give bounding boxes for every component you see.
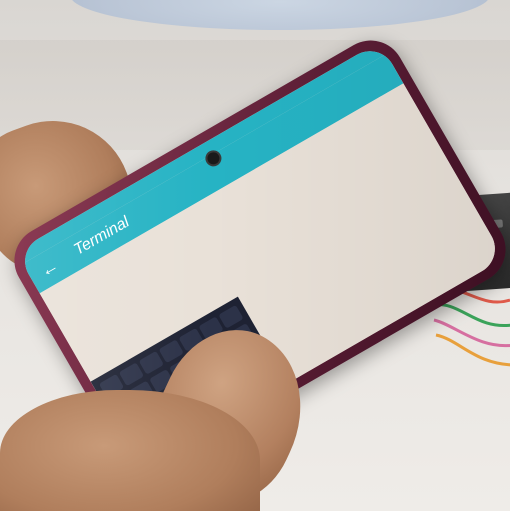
arrow-left-icon[interactable]: ← (34, 253, 64, 283)
background-bowl (70, 0, 490, 30)
photo-scene: ← Terminal (0, 0, 510, 511)
